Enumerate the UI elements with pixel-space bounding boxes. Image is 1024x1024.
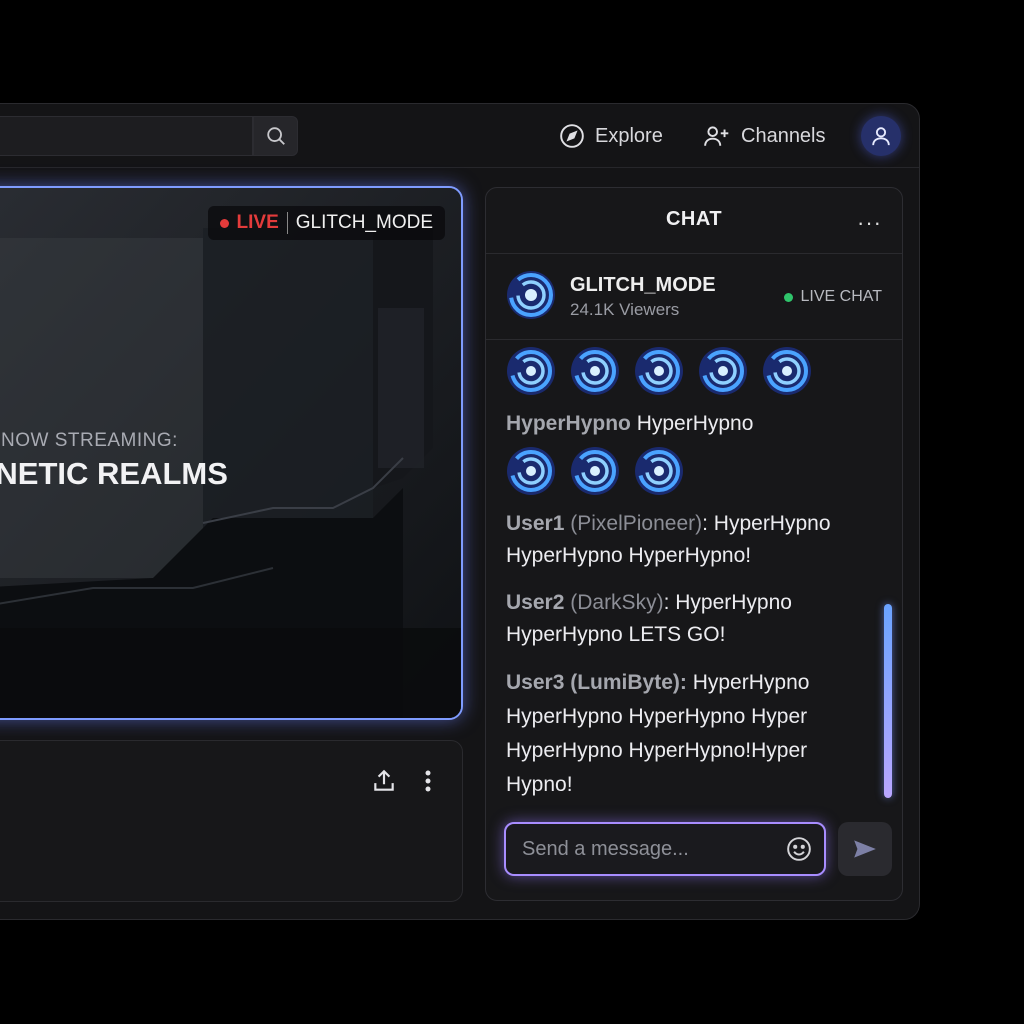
chat-handle: (DarkSky): [564, 591, 664, 614]
stream-info-panel: [0, 740, 463, 902]
chat-username[interactable]: User3 (LumiByte):: [506, 671, 687, 694]
chat-header: CHAT ···: [486, 188, 902, 254]
chat-message-text: HyperHypno: [630, 412, 754, 435]
stream-title: RNETIC REALMS: [0, 456, 228, 491]
live-status-dot-icon: [783, 292, 793, 302]
chat-message: User3 (LumiByte): HyperHypno HyperHypno …: [506, 666, 876, 802]
more-vertical-icon: [425, 770, 431, 792]
live-chat-label: LIVE CHAT: [800, 288, 883, 305]
emote-row: [506, 446, 876, 496]
hyperhypno-emote-icon: [699, 347, 747, 395]
chat-menu-button[interactable]: ···: [857, 210, 882, 236]
hyperhypno-emote-icon: [635, 347, 683, 395]
send-icon: [854, 840, 876, 858]
nav-channels[interactable]: Channels: [703, 120, 826, 152]
hyperhypno-emote-icon: [507, 347, 555, 395]
chat-message-input[interactable]: [504, 822, 826, 876]
chat-username[interactable]: User1: [506, 512, 564, 535]
compass-icon: [560, 124, 584, 148]
more-options-button[interactable]: [414, 765, 442, 797]
nav-explore[interactable]: Explore: [559, 120, 663, 152]
nav-explore-label: Explore: [595, 124, 663, 147]
user-avatar-button[interactable]: [861, 116, 901, 156]
nav-channels-label: Channels: [741, 124, 826, 147]
search-icon: [266, 127, 285, 145]
chat-username[interactable]: User2: [506, 591, 564, 614]
share-button[interactable]: [368, 765, 400, 797]
chat-channel-info: GLITCH_MODE 24.1K Viewers LIVE CHAT: [486, 254, 902, 340]
hyperhypno-emote-icon: [571, 347, 619, 395]
viewer-count: 24.1K Viewers: [570, 300, 680, 319]
emote-row: [506, 346, 876, 396]
chat-panel: CHAT ··· GLITCH_MODE 24.1K Viewers LIVE …: [485, 187, 903, 901]
stream-scene-image: [0, 188, 461, 718]
search-button[interactable]: [253, 116, 298, 156]
chat-messages: HyperHypno HyperHypno User1 (PixelPionee…: [506, 340, 876, 802]
live-dot-icon: [219, 218, 229, 228]
live-chat-indicator: LIVE CHAT: [783, 288, 883, 306]
emoji-icon[interactable]: [786, 836, 812, 862]
search-input[interactable]: [0, 116, 253, 156]
hyperhypno-emote-icon: [507, 447, 555, 495]
vortex-avatar-icon: [507, 271, 555, 319]
hyperhypno-emote-icon: [571, 447, 619, 495]
send-button[interactable]: [838, 822, 892, 876]
user-plus-icon: [704, 126, 729, 146]
live-channel-name: GLITCH_MODE: [295, 212, 433, 233]
live-badge: LIVE GLITCH_MODE: [207, 206, 445, 240]
hyperhypno-emote-icon: [635, 447, 683, 495]
chat-title: CHAT: [665, 208, 723, 230]
chat-handle: (PixelPioneer): [564, 512, 703, 535]
chat-message: User2 (DarkSky): HyperHypno HyperHypno L…: [506, 587, 876, 651]
chat-scrollbar[interactable]: [884, 604, 892, 798]
live-label: LIVE: [236, 212, 279, 233]
user-icon: [872, 127, 890, 146]
hyperhypno-emote-icon: [763, 347, 811, 395]
top-bar: Explore Channels: [0, 104, 919, 168]
app-window: Explore Channels LIVE GLITCH_MODE NOW ST…: [0, 103, 920, 920]
share-icon: [374, 769, 394, 791]
badge-divider: [286, 212, 288, 234]
chat-message: User1 (PixelPioneer): HyperHypno HyperHy…: [506, 508, 876, 572]
chat-username[interactable]: HyperHypno: [506, 412, 631, 435]
chat-message: HyperHypno HyperHypno: [506, 408, 876, 440]
now-streaming-label: NOW STREAMING:: [1, 430, 178, 451]
chat-channel-name: GLITCH_MODE: [570, 274, 716, 296]
video-player[interactable]: LIVE GLITCH_MODE NOW STREAMING: RNETIC R…: [0, 186, 463, 720]
